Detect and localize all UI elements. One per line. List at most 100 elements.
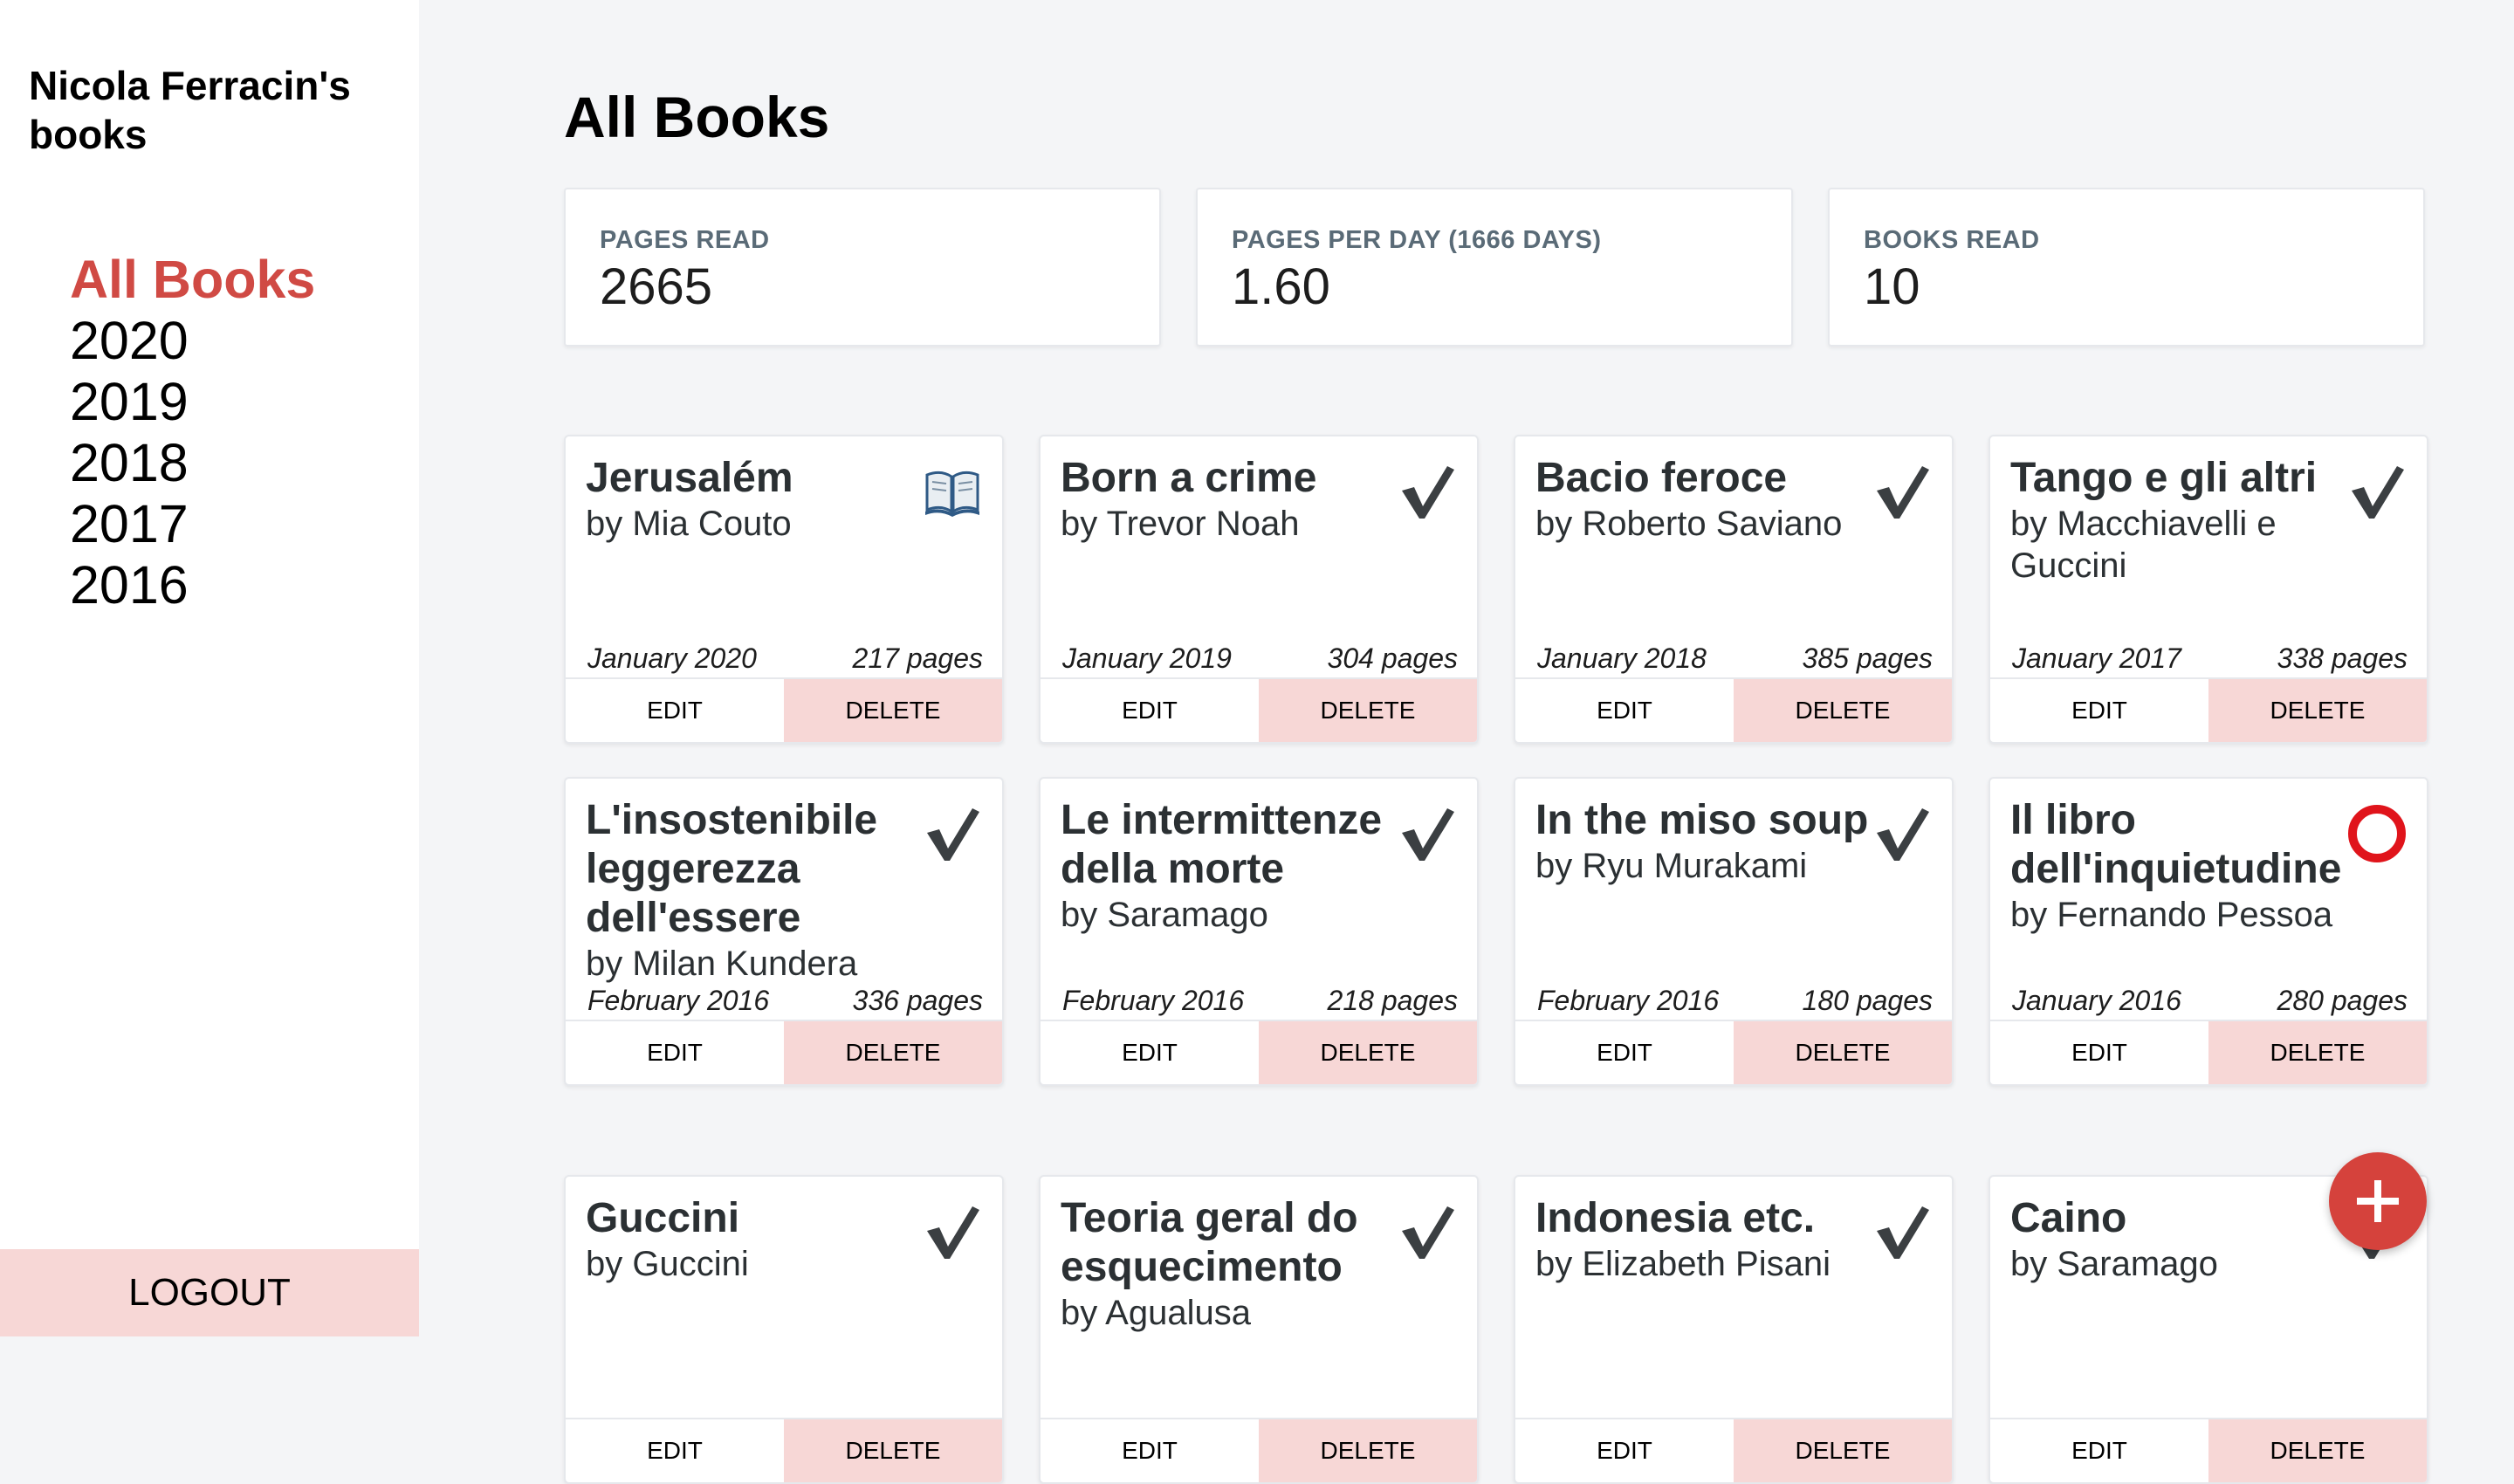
nav-item-2016[interactable]: 2016 [70,554,315,615]
delete-button[interactable]: DELETE [1734,1021,1952,1084]
nav-item-2019[interactable]: 2019 [70,371,315,432]
book-pages: 280 pages [2277,985,2408,1016]
book-title: Indonesia etc. by Elizabeth Pisani [1535,1194,1885,1285]
page-title: All Books [564,85,830,149]
book-title: Il libro dell'inquietudine by Fernando Pe… [2010,796,2359,936]
book-card[interactable]: L'insostenibile leggerezza dell'essere by… [564,777,1004,1086]
plus-icon [2357,1180,2399,1222]
delete-button[interactable]: DELETE [2208,1021,2427,1084]
sidebar: Nicola Ferracin's books All Books 2020 2… [0,0,419,1336]
book-date: January 2017 [2012,642,2181,674]
book-card[interactable]: Born a crime by Trevor Noah January 2019 30… [1039,435,1479,744]
delete-button[interactable]: DELETE [1734,679,1952,742]
book-title: Bacio feroce by Roberto Saviano [1535,454,1885,545]
card-actions: EDIT DELETE [566,1020,1002,1084]
edit-button[interactable]: EDIT [566,1021,784,1084]
card-actions: EDIT DELETE [1515,1418,1952,1482]
book-card[interactable]: Jerusalém by Mia Couto January 2020 217 pag… [564,435,1004,744]
stat-label: PAGES PER DAY (1666 DAYS) [1232,226,1602,254]
edit-button[interactable]: EDIT [566,1419,784,1482]
book-pages: 180 pages [1802,985,1933,1016]
delete-button[interactable]: DELETE [2208,679,2427,742]
delete-button[interactable]: DELETE [1259,1419,1477,1482]
book-date: February 2016 [1537,985,1720,1016]
card-actions: EDIT DELETE [1990,677,2427,742]
card-actions: EDIT DELETE [1515,677,1952,742]
checkmark-icon [922,803,983,864]
stat-value: 1.60 [1232,258,1330,315]
edit-button[interactable]: EDIT [1041,1021,1259,1084]
book-card[interactable]: In the miso soup by Ryu Murakami February … [1514,777,1954,1086]
book-title-text: Indonesia etc. [1535,1195,1816,1241]
nav-item-all-books[interactable]: All Books [70,249,315,310]
book-author: by Macchiavelli e Guccini [2010,505,2277,585]
book-title-text: Il libro dell'inquietudine [2010,797,2342,892]
delete-button[interactable]: DELETE [784,1419,1002,1482]
checkmark-icon [1872,803,1933,864]
edit-button[interactable]: EDIT [1515,1021,1734,1084]
book-title: Tango e gli altri by Macchiavelli e Gucci… [2010,454,2359,587]
checkmark-icon [2346,461,2408,522]
edit-button[interactable]: EDIT [1990,679,2208,742]
edit-button[interactable]: EDIT [1515,679,1734,742]
book-card[interactable]: Guccini by Guccini EDIT DELETE [564,1175,1004,1484]
book-title: In the miso soup by Ryu Murakami [1535,796,1885,887]
book-title-text: Guccini [586,1195,740,1241]
edit-button[interactable]: EDIT [1990,1021,2208,1084]
book-card[interactable]: Le intermittenze della morte by Saramago F… [1039,777,1479,1086]
book-author: by Ryu Murakami [1535,847,1808,885]
book-card[interactable]: Bacio feroce by Roberto Saviano January 20… [1514,435,1954,744]
nav-item-2018[interactable]: 2018 [70,432,315,493]
card-actions: EDIT DELETE [1515,1020,1952,1084]
edit-button[interactable]: EDIT [566,679,784,742]
edit-button[interactable]: EDIT [1515,1419,1734,1482]
book-date: February 2016 [1062,985,1245,1016]
book-title-text: Le intermittenze della morte [1061,797,1383,892]
book-title: Caino by Saramago [2010,1194,2359,1285]
nav-item-2017[interactable]: 2017 [70,493,315,554]
book-title-text: L'insostenibile leggerezza dell'essere [586,797,878,941]
edit-button[interactable]: EDIT [1990,1419,2208,1482]
stat-label: PAGES READ [600,226,770,254]
card-actions: EDIT DELETE [566,677,1002,742]
card-actions: EDIT DELETE [1041,1020,1477,1084]
book-title: Le intermittenze della morte by Saramago [1061,796,1410,936]
book-date: January 2020 [587,642,757,674]
card-actions: EDIT DELETE [566,1418,1002,1482]
book-author: by Mia Couto [586,505,792,543]
add-book-button[interactable] [2329,1152,2427,1250]
checkmark-icon [1397,803,1458,864]
stat-pages-per-day: PAGES PER DAY (1666 DAYS) 1.60 [1196,188,1793,347]
delete-button[interactable]: DELETE [1259,1021,1477,1084]
book-title-text: Caino [2010,1195,2127,1241]
book-title-text: Bacio feroce [1535,455,1788,501]
book-pages: 338 pages [2277,642,2408,674]
book-title-text: In the miso soup [1535,797,1869,843]
book-pages: 385 pages [1802,642,1933,674]
edit-button[interactable]: EDIT [1041,679,1259,742]
edit-button[interactable]: EDIT [1041,1419,1259,1482]
card-actions: EDIT DELETE [1041,1418,1477,1482]
stat-label: BOOKS READ [1864,226,2040,254]
delete-button[interactable]: DELETE [1734,1419,1952,1482]
book-date: January 2016 [2012,985,2181,1016]
book-card[interactable]: Il libro dell'inquietudine by Fernando Pe… [1989,777,2428,1086]
delete-button[interactable]: DELETE [784,679,1002,742]
logout-button[interactable]: LOGOUT [0,1249,419,1336]
checkmark-icon [922,1201,983,1262]
book-author: by Saramago [1061,896,1268,934]
checkmark-icon [1397,1201,1458,1262]
book-card[interactable]: Tango e gli altri by Macchiavelli e Gucci… [1989,435,2428,744]
book-author: by Milan Kundera [586,945,858,983]
book-card[interactable]: Teoria geral do esquecimento by Agualusa E… [1039,1175,1479,1484]
delete-button[interactable]: DELETE [784,1021,1002,1084]
delete-button[interactable]: DELETE [2208,1419,2427,1482]
checkmark-icon [1397,461,1458,522]
checkmark-icon [1872,461,1933,522]
book-card[interactable]: Indonesia etc. by Elizabeth Pisani EDIT DEL… [1514,1175,1954,1484]
open-book-icon [922,461,983,522]
delete-button[interactable]: DELETE [1259,679,1477,742]
nav-item-2020[interactable]: 2020 [70,310,315,371]
card-actions: EDIT DELETE [1990,1020,2427,1084]
book-pages: 336 pages [852,985,983,1016]
